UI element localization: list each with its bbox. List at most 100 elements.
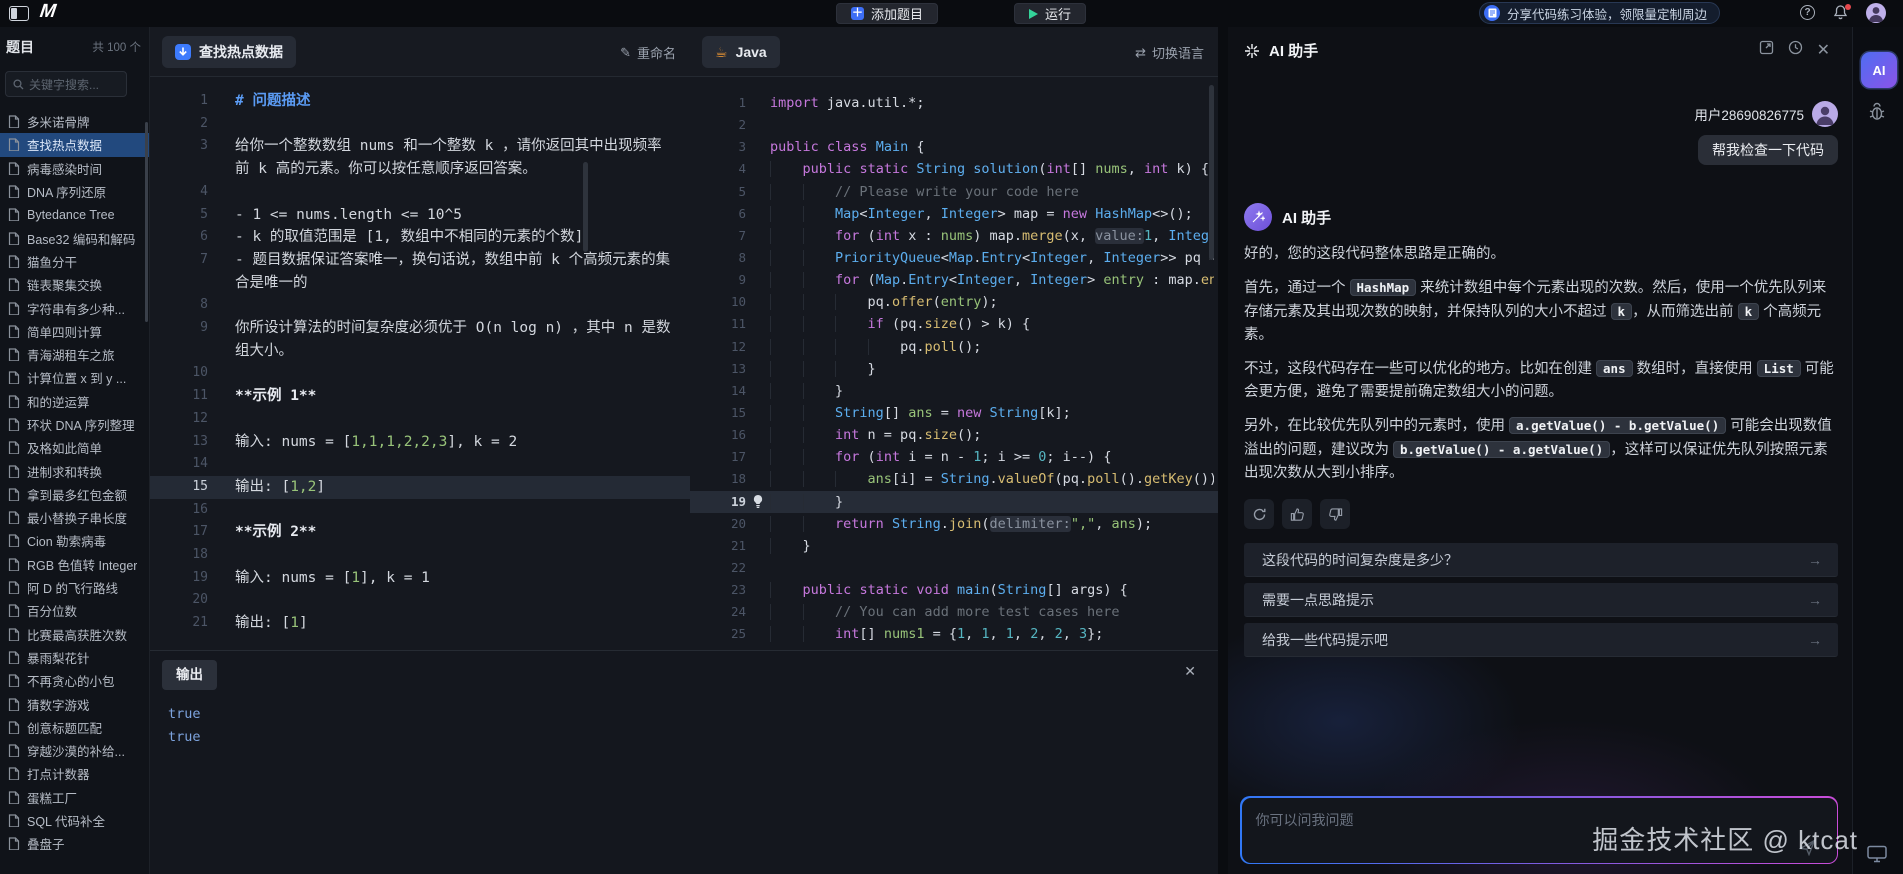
sidebar-item[interactable]: 计算位置 x 到 y ... xyxy=(0,366,149,389)
sidebar-item[interactable]: 猜数字游戏 xyxy=(0,692,149,715)
line-number: 20 xyxy=(150,589,208,612)
sidebar-item[interactable]: 环状 DNA 序列整理 xyxy=(0,413,149,436)
line-text: - 1 <= nums.length <= 10^5 xyxy=(235,204,675,227)
sidebar-item[interactable]: Base32 编码和解码 xyxy=(0,226,149,249)
sidebar-item[interactable]: 蛋糕工厂 xyxy=(0,786,149,809)
sidebar-item[interactable]: 青海湖租车之旅 xyxy=(0,343,149,366)
code-text: Map<Integer, Integer> map = new HashMap<… xyxy=(770,203,1214,225)
add-problem-button[interactable]: ＋ 添加题目 xyxy=(836,3,938,24)
description-line: 9你所设计算法的时间复杂度必须优于 O(n log n) ，其中 n 是数组大小… xyxy=(150,317,690,362)
user-avatar[interactable] xyxy=(1866,3,1886,23)
send-icon[interactable] xyxy=(1799,839,1816,856)
suggested-question[interactable]: 给我一些代码提示吧→ xyxy=(1244,623,1838,657)
ai-input-container xyxy=(1240,796,1838,864)
description-editor[interactable]: 1# 问题描述2 3给你一个整数数组 nums 和一个整数 k ，请你返回其中出… xyxy=(150,77,690,650)
notification-bell[interactable] xyxy=(1833,4,1851,22)
rename-button[interactable]: ✎ 重命名 xyxy=(620,43,676,62)
output-content: truetrue xyxy=(168,703,201,749)
sidebar-item[interactable]: 及格如此简单 xyxy=(0,436,149,459)
line-number: 18 xyxy=(150,544,208,567)
close-icon[interactable]: ✕ xyxy=(1817,40,1830,60)
thumbs-up-icon[interactable] xyxy=(1282,499,1312,529)
thumbs-down-icon[interactable] xyxy=(1320,499,1350,529)
problem-title-button[interactable]: 查找热点数据 xyxy=(162,36,296,68)
sidebar-item[interactable]: 病毒感染时间 xyxy=(0,157,149,180)
sidebar-item[interactable]: SQL 代码补全 xyxy=(0,809,149,832)
sidebar-item[interactable]: RGB 色值转 Integer xyxy=(0,553,149,576)
sidebar-item[interactable]: 打点计数器 xyxy=(0,762,149,785)
line-number: 16 xyxy=(690,424,746,446)
output-tab[interactable]: 输出 xyxy=(162,660,217,690)
line-text: 你所设计算法的时间复杂度必须优于 O(n log n) ，其中 n 是数组大小。 xyxy=(235,317,675,362)
history-icon[interactable] xyxy=(1788,40,1803,60)
ai-message-paragraph: 另外，在比较优先队列中的元素时，使用 a.getValue() - b.getV… xyxy=(1244,414,1838,485)
sidebar-toggle-icon[interactable] xyxy=(9,6,29,21)
language-tab-java[interactable]: ☕ Java xyxy=(702,36,780,68)
code-editor[interactable]: 1import java.util.*;2 3public class Main… xyxy=(690,77,1218,650)
editor-scrollbar[interactable] xyxy=(1209,85,1214,260)
switch-language-button[interactable]: ⇄ 切换语言 xyxy=(1135,43,1204,62)
code-line: 16 int n = pq.size(); xyxy=(690,424,1218,446)
sidebar-item[interactable]: 拿到最多红包金额 xyxy=(0,483,149,506)
sidebar-item[interactable]: 最小替换子串长度 xyxy=(0,506,149,529)
line-number: 3 xyxy=(150,135,208,180)
sidebar-title: 题目 xyxy=(6,37,34,57)
search-input[interactable]: 关键字搜索... xyxy=(5,71,127,97)
user-message: 帮我检查一下代码 xyxy=(1244,135,1838,165)
line-number: 8 xyxy=(690,247,746,269)
ai-rail-badge[interactable]: AI xyxy=(1861,52,1897,88)
sidebar-item[interactable]: Cion 勒索病毒 xyxy=(0,529,149,552)
lightbulb-icon[interactable] xyxy=(752,494,766,510)
help-icon[interactable]: ? xyxy=(1800,5,1815,20)
suggested-question[interactable]: 需要一点思路提示→ xyxy=(1244,583,1838,617)
line-number: 15 xyxy=(150,476,208,499)
debug-icon[interactable] xyxy=(1866,101,1888,123)
ai-chat-input[interactable] xyxy=(1242,798,1837,863)
description-scrollbar[interactable] xyxy=(583,162,588,252)
document-icon xyxy=(8,441,20,454)
run-button[interactable]: 运行 xyxy=(1014,3,1086,24)
sidebar-item[interactable]: 和的逆运算 xyxy=(0,390,149,413)
description-line: 16 xyxy=(150,499,690,522)
line-text: **示例 2** xyxy=(235,521,675,544)
document-icon xyxy=(8,208,20,221)
sidebar-item[interactable]: 不再贪心的小包 xyxy=(0,669,149,692)
line-text xyxy=(235,294,675,317)
sidebar-item-label: 计算位置 x 到 y ... xyxy=(27,368,126,387)
sidebar-scrollbar[interactable] xyxy=(145,122,148,322)
sidebar-item-label: 及格如此简单 xyxy=(27,438,102,457)
sidebar-item[interactable]: 查找热点数据 xyxy=(0,133,149,156)
sparkle-icon xyxy=(1244,43,1260,59)
sidebar-item-label: Base32 编码和解码 xyxy=(27,229,135,248)
output-close-icon[interactable]: ✕ xyxy=(1184,663,1196,680)
sidebar-item[interactable]: 链表聚集交换 xyxy=(0,273,149,296)
sidebar-item[interactable]: 穿越沙漠的补给... xyxy=(0,739,149,762)
regenerate-icon[interactable] xyxy=(1244,499,1274,529)
sidebar-item[interactable]: 多米诺骨牌 xyxy=(0,110,149,133)
sidebar-item[interactable]: 创意标题匹配 xyxy=(0,716,149,739)
document-icon xyxy=(8,232,20,245)
sidebar-item-label: 和的逆运算 xyxy=(27,392,90,411)
sidebar-item[interactable]: 百分位数 xyxy=(0,599,149,622)
sidebar-item[interactable]: DNA 序列还原 xyxy=(0,180,149,203)
document-icon xyxy=(8,744,20,757)
sidebar-item[interactable]: 阿 D 的飞行路线 xyxy=(0,576,149,599)
sidebar-item[interactable]: 字符串有多少种... xyxy=(0,296,149,319)
ai-header-actions: ✕ xyxy=(1759,40,1830,60)
sidebar-item[interactable]: 简单四则计算 xyxy=(0,320,149,343)
user-identity-row: 用户28690826775 xyxy=(1244,101,1838,127)
document-icon xyxy=(8,511,20,524)
code-line: 15 String[] ans = new String[k]; xyxy=(690,402,1218,424)
code-line: 11 if (pq.size() > k) { xyxy=(690,313,1218,335)
sidebar-item[interactable]: 叠盘子 xyxy=(0,832,149,855)
monitor-icon[interactable] xyxy=(1866,844,1888,864)
line-number: 13 xyxy=(150,431,208,454)
sidebar-item[interactable]: 暴雨梨花针 xyxy=(0,646,149,669)
sidebar-item[interactable]: Bytedance Tree xyxy=(0,203,149,226)
sidebar-item[interactable]: 进制求和转换 xyxy=(0,459,149,482)
suggested-question[interactable]: 这段代码的时间复杂度是多少？→ xyxy=(1244,543,1838,577)
sidebar-item[interactable]: 比赛最高获胜次数 xyxy=(0,623,149,646)
expand-icon[interactable] xyxy=(1759,40,1774,60)
sidebar-item[interactable]: 猫鱼分干 xyxy=(0,250,149,273)
promo-banner[interactable]: 分享代码练习体验，领限量定制周边 xyxy=(1479,2,1720,24)
